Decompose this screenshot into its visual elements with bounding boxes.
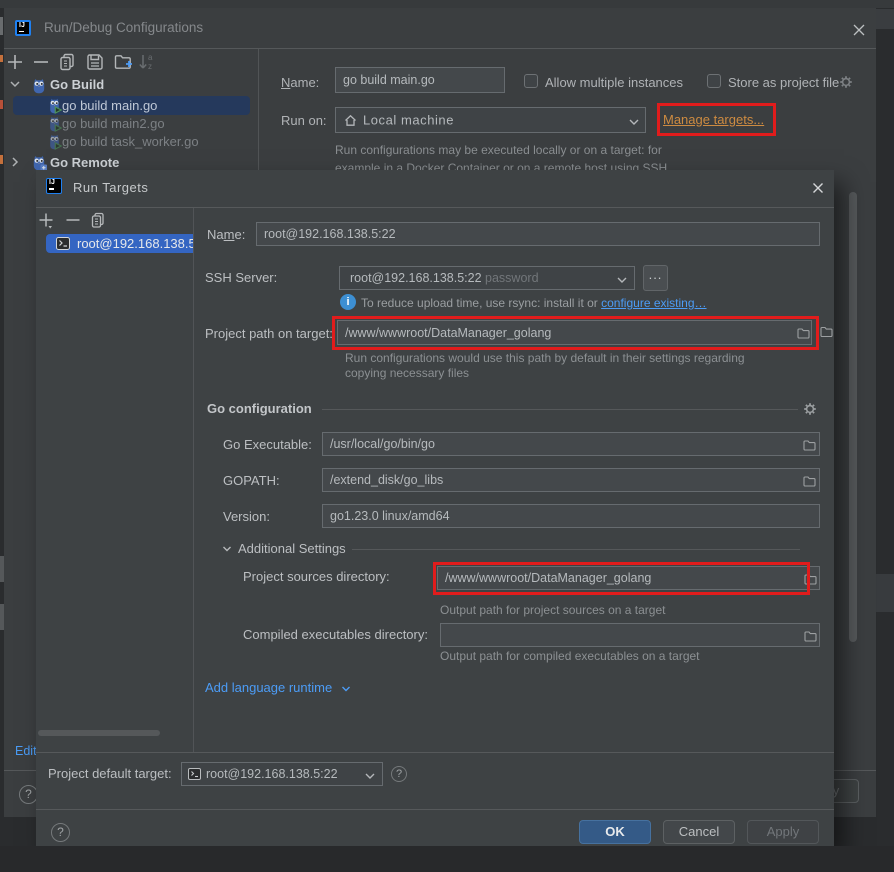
svg-text:a: a [148, 53, 153, 62]
svg-text:z: z [148, 62, 152, 71]
